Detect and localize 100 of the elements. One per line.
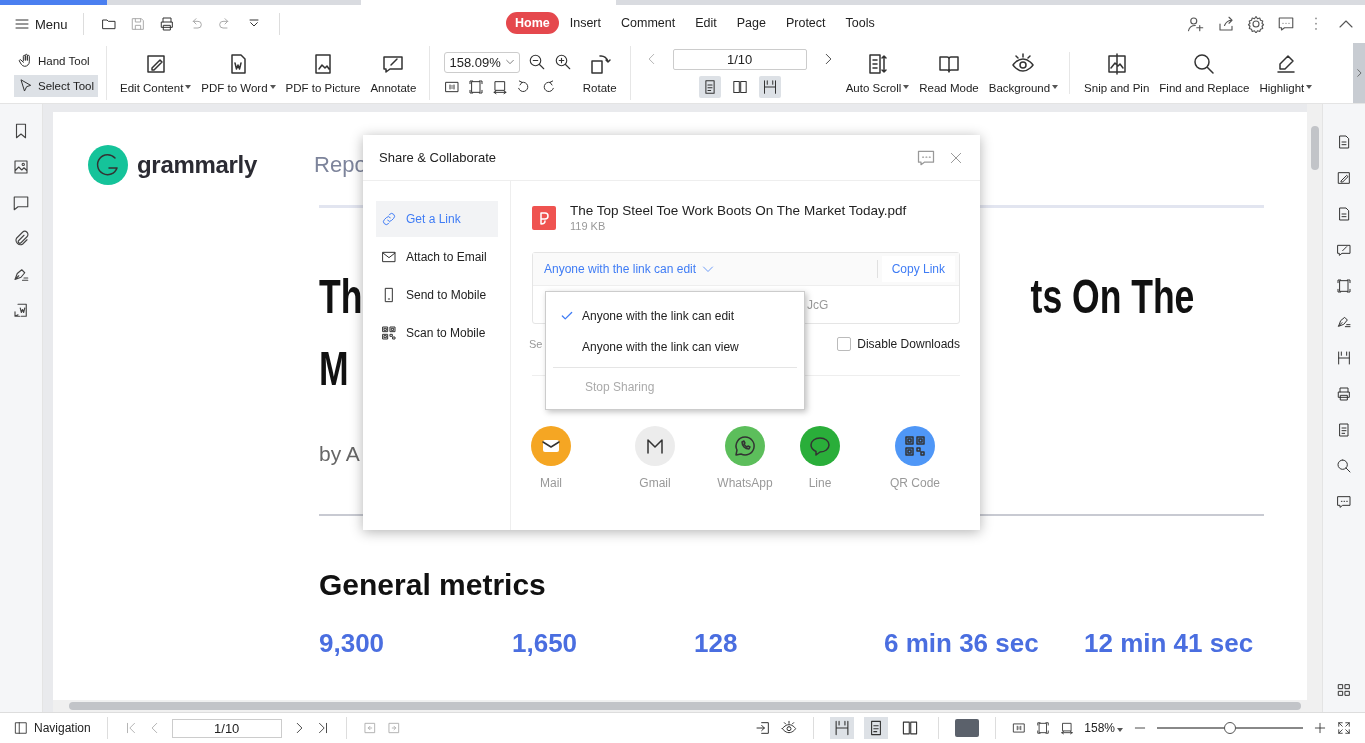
ribbon-tab[interactable]: Page <box>727 12 775 34</box>
ribbon-tab[interactable]: Home <box>506 12 559 34</box>
metric-value: 9,300 <box>319 628 386 659</box>
rotate-button[interactable]: Rotate <box>577 52 622 94</box>
ribbon-tab[interactable]: Comment <box>612 12 685 34</box>
ribbon-button[interactable]: Read Mode <box>914 52 984 94</box>
pdf-file-icon <box>532 206 556 230</box>
qr-code-icon <box>903 434 927 458</box>
zoom-in-icon[interactable] <box>553 53 572 71</box>
continuous-page-icon[interactable] <box>758 75 781 98</box>
pen-icon[interactable] <box>12 266 30 284</box>
setting-label: Se <box>529 338 543 350</box>
folder-icon[interactable] <box>100 16 117 32</box>
convert-document-icon[interactable] <box>12 302 30 320</box>
image-icon[interactable] <box>12 158 30 176</box>
side-tool-icon[interactable] <box>1336 422 1352 438</box>
page-field[interactable]: 1/10 <box>672 48 807 70</box>
caret-icon <box>185 85 192 89</box>
side-tool-icon[interactable] <box>1336 494 1352 510</box>
add-user-icon[interactable] <box>1187 15 1205 33</box>
share-option[interactable]: Get a Link <box>376 201 498 237</box>
menu-icon <box>14 16 30 32</box>
copy-link-button[interactable]: Copy Link <box>881 256 955 282</box>
zoom-dropdown[interactable]: 158% <box>1084 721 1123 735</box>
fit-width-icon[interactable] <box>1060 721 1075 735</box>
side-tool-icon[interactable] <box>1336 350 1352 366</box>
metric-value: 128 <box>694 628 739 659</box>
ribbon-tab[interactable]: Edit <box>686 12 726 34</box>
file-name: The Top Steel Toe Work Boots On The Market Today.pdf <box>570 203 907 218</box>
link-icon <box>381 211 397 227</box>
caret-icon <box>1052 85 1059 89</box>
exit-icon[interactable] <box>755 720 772 736</box>
ribbon-button[interactable]: PDF to Word <box>196 52 281 94</box>
print-icon[interactable] <box>158 16 175 32</box>
single-page-icon[interactable] <box>864 717 889 739</box>
navigation-button[interactable]: Navigation <box>14 721 91 735</box>
file-size: 119 KB <box>570 220 607 232</box>
panel-icon <box>14 721 28 735</box>
share-option[interactable]: Send to Mobile <box>376 277 498 313</box>
single-page-icon[interactable] <box>698 75 721 98</box>
ribbon-button[interactable]: Background <box>983 52 1064 94</box>
eye-icon[interactable] <box>781 720 798 736</box>
fit-page-icon[interactable] <box>468 78 485 95</box>
side-tool-icon[interactable] <box>1336 386 1352 402</box>
link-url: JcG <box>807 297 829 312</box>
zoom-out-icon[interactable] <box>527 53 546 71</box>
ribbon-tab[interactable]: Protect <box>776 12 835 34</box>
ribbon-button[interactable]: Find and Replace <box>1154 52 1255 94</box>
comment-icon[interactable] <box>12 194 30 212</box>
ribbon-button[interactable]: Edit Content <box>115 52 197 94</box>
ribbon-button[interactable]: Annotate <box>365 52 422 94</box>
actual-size-icon[interactable] <box>1012 721 1027 735</box>
side-tool-icon[interactable] <box>1336 170 1352 186</box>
paperclip-icon[interactable] <box>12 230 30 248</box>
share-icon[interactable] <box>1217 15 1235 33</box>
side-tool-icon[interactable] <box>1336 458 1352 474</box>
logo-wordmark: grammarly <box>137 151 258 179</box>
vertical-scrollbar[interactable] <box>1307 104 1322 712</box>
zoom-slider-thumb[interactable] <box>1224 722 1236 734</box>
metric-value: 1,650 <box>512 628 579 659</box>
page-field[interactable]: 1/10 <box>171 718 282 738</box>
permission-dropdown[interactable]: Anyone with the link can edit <box>544 262 715 276</box>
side-tool-icon[interactable] <box>1336 314 1352 330</box>
side-tool-icon[interactable] <box>1336 206 1352 222</box>
chat-icon[interactable] <box>1277 15 1295 33</box>
menu-button[interactable]: Menu <box>14 16 68 32</box>
chevron-down-icon <box>504 57 515 67</box>
horizontal-scrollbar[interactable] <box>53 700 1307 712</box>
ribbon-tab[interactable]: Insert <box>560 12 610 34</box>
checkbox[interactable] <box>837 337 852 351</box>
title-text: M <box>319 340 349 396</box>
fullscreen-icon[interactable] <box>1337 721 1351 735</box>
ribbon-button[interactable]: Auto Scroll <box>840 52 915 94</box>
phone-bubble-icon <box>733 434 757 458</box>
ribbon-button[interactable]: Highlight <box>1254 52 1318 94</box>
grid-icon[interactable] <box>1336 682 1352 698</box>
side-tool-icon[interactable] <box>1336 278 1352 294</box>
metric-value: 12 min 41 sec <box>1084 628 1255 659</box>
fit-width-icon[interactable] <box>492 78 509 95</box>
ribbon-tab[interactable]: Tools <box>836 12 884 34</box>
settings-icon[interactable] <box>1247 15 1265 33</box>
byline-text: by A <box>319 442 360 466</box>
disable-downloads-checkbox[interactable]: Disable Downloads <box>837 337 960 351</box>
fit-page-icon[interactable] <box>1036 721 1051 735</box>
share-option[interactable]: Scan to Mobile <box>376 315 498 351</box>
tool-button[interactable]: Hand Tool <box>14 49 99 72</box>
zoom-field[interactable]: 158.09% <box>444 51 520 73</box>
ribbon-button[interactable]: Snip and Pin <box>1069 52 1155 94</box>
side-tool-icon[interactable] <box>1336 242 1352 258</box>
tool-button[interactable]: Select Tool <box>14 74 99 97</box>
dialog-title: Share & Collaborate <box>379 150 497 165</box>
caret-icon <box>903 85 910 89</box>
caret-icon <box>1306 85 1313 89</box>
qr-code-icon <box>381 325 397 341</box>
continuous-page-icon[interactable] <box>830 717 855 739</box>
menu-option[interactable]: Anyone with the link can view <box>546 331 804 362</box>
side-tool-icon[interactable] <box>1336 134 1352 150</box>
ribbon-button[interactable]: PDF to Picture <box>280 52 366 94</box>
menu-option[interactable]: Anyone with the link can edit <box>546 300 804 331</box>
share-option[interactable]: Attach to Email <box>376 239 498 275</box>
